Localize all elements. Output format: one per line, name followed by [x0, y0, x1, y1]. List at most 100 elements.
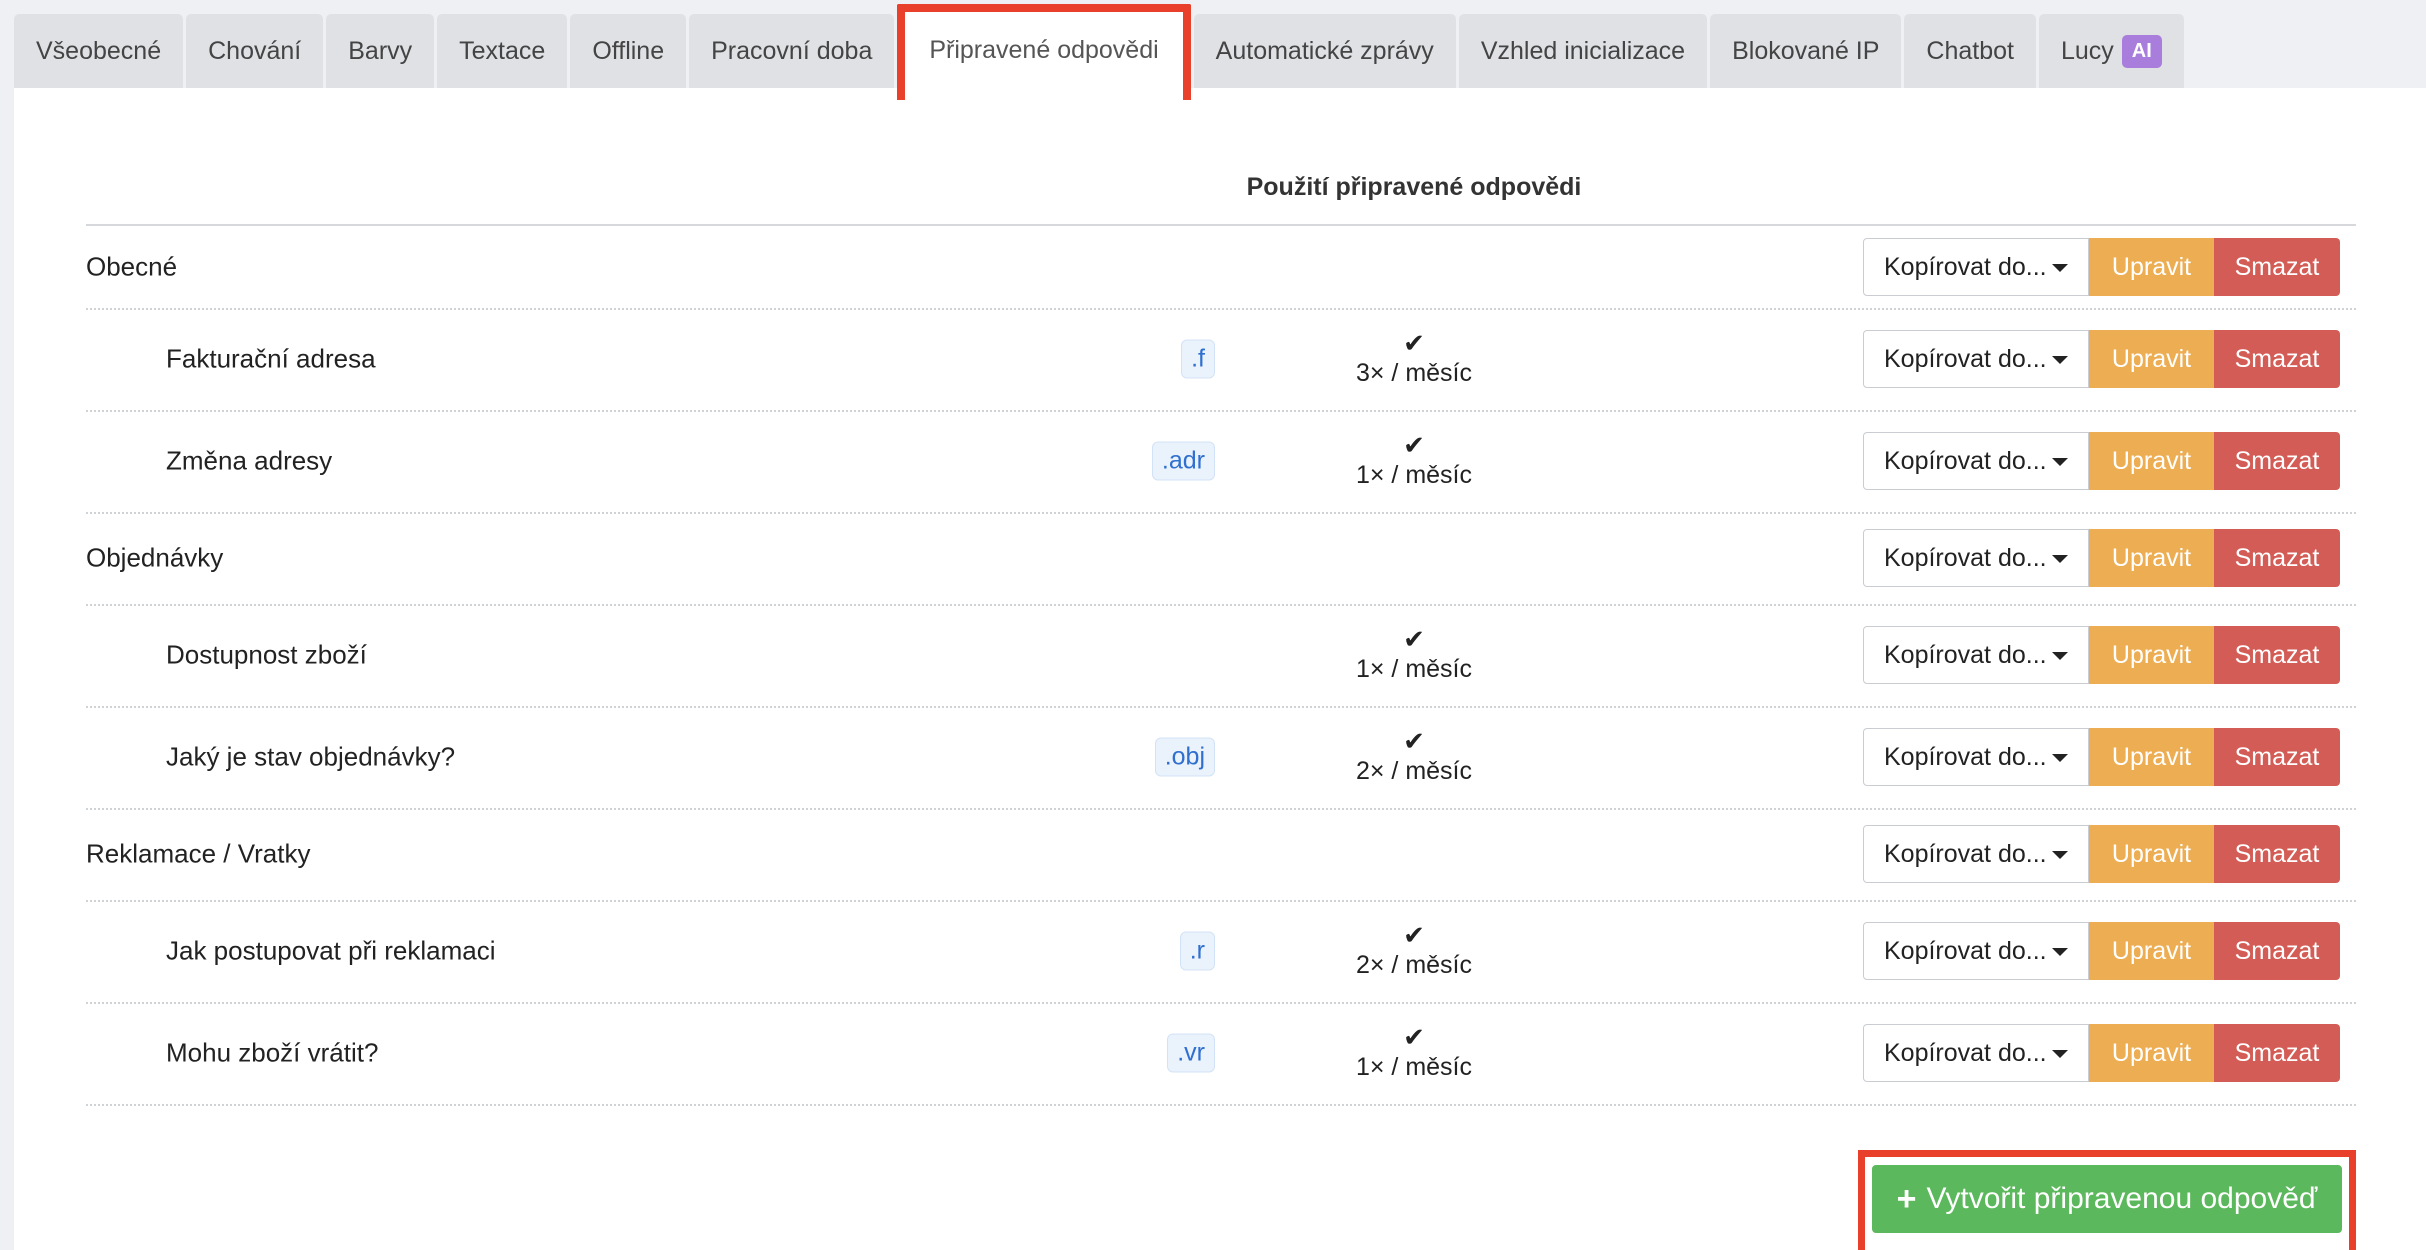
check-icon: ✔ [1403, 624, 1425, 654]
delete-button[interactable]: Smazat [2214, 1024, 2340, 1082]
copy-to-dropdown[interactable]: Kopírovat do... [1863, 1024, 2089, 1082]
settings-tabs: Všeobecné Chování Barvy Textace Offline Praco… [14, 4, 2426, 100]
copy-to-dropdown[interactable]: Kopírovat do... [1863, 330, 2089, 388]
edit-button[interactable]: Upravit [2089, 529, 2214, 587]
reply-row: Mohu zboží vrátit? .vr ✔ 1× / měsíc Kopírova… [86, 1002, 2356, 1106]
check-icon: ✔ [1403, 920, 1425, 950]
caret-down-icon [2052, 1050, 2068, 1058]
caret-down-icon [2052, 754, 2068, 762]
reply-name: Fakturační adresa [166, 343, 376, 374]
edit-button[interactable]: Upravit [2089, 432, 2214, 490]
row-actions: Kopírovat do... Upravit Smazat [1863, 922, 2340, 980]
tab-blokované-ip[interactable]: Blokované IP [1710, 14, 1902, 88]
delete-button[interactable]: Smazat [2214, 825, 2340, 883]
delete-button[interactable]: Smazat [2214, 626, 2340, 684]
delete-button[interactable]: Smazat [2214, 529, 2340, 587]
tab-připravené-odpovědi[interactable]: Připravené odpovědi [897, 4, 1191, 100]
ai-badge: AI [2121, 34, 2162, 68]
shortcut-badge: .f [1181, 339, 1215, 379]
reply-row: Jak postupovat při reklamaci .r ✔ 2× / měsí… [86, 900, 2356, 1004]
usage-cell: ✔ 1× / měsíc [1234, 1023, 1594, 1083]
edit-button[interactable]: Upravit [2089, 1024, 2214, 1082]
edit-button[interactable]: Upravit [2089, 626, 2214, 684]
edit-button[interactable]: Upravit [2089, 825, 2214, 883]
copy-to-dropdown[interactable]: Kopírovat do... [1863, 825, 2089, 883]
caret-down-icon [2052, 851, 2068, 859]
tab-label: Připravené odpovědi [929, 35, 1159, 64]
copy-to-dropdown[interactable]: Kopírovat do... [1863, 432, 2089, 490]
delete-button[interactable]: Smazat [2214, 922, 2340, 980]
usage-count: 2× / měsíc [1355, 757, 1472, 785]
edit-button[interactable]: Upravit [2089, 922, 2214, 980]
copy-to-dropdown[interactable]: Kopírovat do... [1863, 626, 2089, 684]
copy-to-dropdown[interactable]: Kopírovat do... [1863, 238, 2089, 296]
delete-button[interactable]: Smazat [2214, 238, 2340, 296]
category-row: Reklamace / Vratky Kopírovat do... Upravit… [86, 808, 2356, 902]
tab-chatbot[interactable]: Chatbot [1904, 14, 2036, 88]
copy-label: Kopírovat do... [1884, 936, 2047, 965]
tab-automatické-zprávy[interactable]: Automatické zprávy [1193, 14, 1456, 88]
tab-všeobecné[interactable]: Všeobecné [14, 14, 184, 88]
caret-down-icon [2052, 458, 2068, 466]
copy-to-dropdown[interactable]: Kopírovat do... [1863, 529, 2089, 587]
delete-button[interactable]: Smazat [2214, 432, 2340, 490]
usage-count: 1× / měsíc [1355, 1053, 1472, 1081]
caret-down-icon [2052, 356, 2068, 364]
category-name: Obecné [86, 251, 178, 282]
row-actions: Kopírovat do... Upravit Smazat [1863, 238, 2340, 296]
category-name: Reklamace / Vratky [86, 838, 311, 869]
create-button-highlight: + Vytvořit připravenou odpověď [1858, 1150, 2356, 1250]
copy-label: Kopírovat do... [1884, 252, 2047, 281]
tab-offline[interactable]: Offline [570, 14, 687, 88]
tab-label: Textace [459, 36, 546, 65]
tab-label: Offline [592, 36, 665, 65]
reply-name: Mohu zboží vrátit? [166, 1037, 379, 1068]
edit-button[interactable]: Upravit [2089, 330, 2214, 388]
copy-to-dropdown[interactable]: Kopírovat do... [1863, 728, 2089, 786]
delete-button[interactable]: Smazat [2214, 330, 2340, 388]
copy-label: Kopírovat do... [1884, 640, 2047, 669]
tab-lucy[interactable]: Lucy AI [2038, 14, 2184, 88]
usage-count: 3× / měsíc [1355, 359, 1472, 387]
reply-row: Jaký je stav objednávky? .obj ✔ 2× / měsíc K… [86, 706, 2356, 810]
row-actions: Kopírovat do... Upravit Smazat [1863, 529, 2340, 587]
tab-label: Chatbot [1926, 36, 2014, 65]
shortcut-badge: .adr [1151, 441, 1215, 481]
row-actions: Kopírovat do... Upravit Smazat [1863, 626, 2340, 684]
usage-cell: ✔ 1× / měsíc [1234, 431, 1594, 491]
reply-name: Jaký je stav objednávky? [166, 741, 456, 772]
delete-button[interactable]: Smazat [2214, 728, 2340, 786]
usage-column-header: Použití připravené odpovědi [1246, 173, 1582, 201]
caret-down-icon [2052, 555, 2068, 563]
check-icon: ✔ [1403, 328, 1425, 358]
usage-count: 1× / měsíc [1355, 655, 1472, 683]
check-icon: ✔ [1403, 430, 1425, 460]
tab-textace[interactable]: Textace [437, 14, 568, 88]
tab-barvy[interactable]: Barvy [326, 14, 435, 88]
tab-pracovní-doba[interactable]: Pracovní doba [689, 14, 895, 88]
usage-count: 1× / měsíc [1355, 461, 1472, 489]
tab-vzhled-inicializace[interactable]: Vzhled inicializace [1458, 14, 1708, 88]
copy-to-dropdown[interactable]: Kopírovat do... [1863, 922, 2089, 980]
reply-row: Fakturační adresa .f ✔ 3× / měsíc Kopírovat … [86, 308, 2356, 412]
edit-button[interactable]: Upravit [2089, 238, 2214, 296]
tab-label: Pracovní doba [711, 36, 873, 65]
tab-chování[interactable]: Chování [186, 14, 324, 88]
usage-count: 2× / měsíc [1355, 951, 1472, 979]
tab-label: Automatické zprávy [1215, 36, 1434, 65]
usage-cell: ✔ 2× / měsíc [1234, 727, 1594, 787]
usage-cell: ✔ 2× / měsíc [1234, 921, 1594, 981]
category-row: Obecné Kopírovat do... Upravit Smazat [86, 226, 2356, 310]
create-prepared-reply-button[interactable]: + Vytvořit připravenou odpověď [1872, 1165, 2342, 1233]
row-actions: Kopírovat do... Upravit Smazat [1863, 1024, 2340, 1082]
usage-cell: ✔ 3× / měsíc [1234, 329, 1594, 389]
copy-label: Kopírovat do... [1884, 446, 2047, 475]
row-actions: Kopírovat do... Upravit Smazat [1863, 432, 2340, 490]
copy-label: Kopírovat do... [1884, 1038, 2047, 1067]
shortcut-badge: .r [1179, 931, 1215, 971]
edit-button[interactable]: Upravit [2089, 728, 2214, 786]
reply-name: Dostupnost zboží [166, 639, 367, 670]
category-row: Objednávky Kopírovat do... Upravit Smazat [86, 512, 2356, 606]
row-actions: Kopírovat do... Upravit Smazat [1863, 728, 2340, 786]
caret-down-icon [2052, 652, 2068, 660]
